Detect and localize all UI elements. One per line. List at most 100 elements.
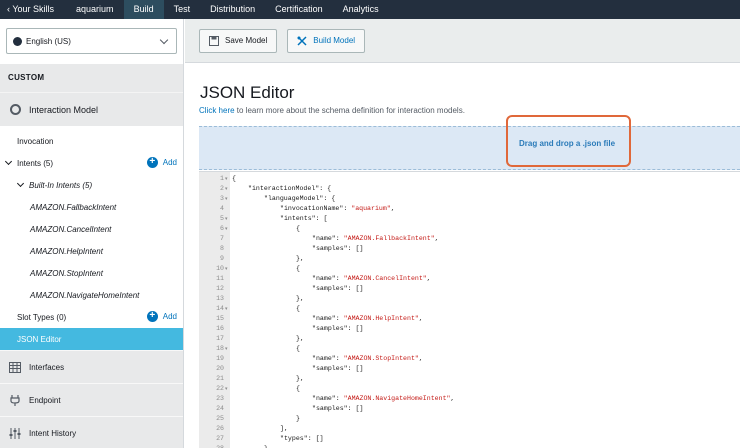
save-model-button[interactable]: Save Model (199, 28, 278, 53)
line-number: 3 (220, 195, 224, 202)
code-token: "samples" (312, 405, 348, 412)
json-code-editor[interactable]: 1 ▾{2 ▾ "interactionModel": {3 ▾ "languageMod… (199, 171, 740, 448)
code-token: "types" (280, 435, 308, 442)
code-text: "languageModel": { (264, 194, 335, 204)
code-token: "aquarium" (351, 205, 391, 212)
code-token: : { (323, 195, 336, 202)
code-token: "languageModel" (264, 195, 324, 202)
code-line: 8 "samples": [] (199, 244, 740, 254)
caret-down-icon[interactable] (16, 179, 25, 188)
add-intent-button[interactable]: + Add (146, 157, 177, 168)
caret-down-icon[interactable] (4, 157, 13, 166)
add-slot-type-button[interactable]: + Add (146, 311, 177, 322)
sidebar-item-endpoint[interactable]: Endpoint (0, 383, 183, 416)
line-number: 11 (216, 275, 224, 282)
line-number: 12 (216, 285, 224, 292)
code-token: "AMAZON.HelpIntent" (343, 315, 419, 322)
save-icon (209, 35, 219, 46)
sidebar-item-intent-history[interactable]: Intent History (0, 416, 183, 448)
code-text: "samples": [] (312, 404, 363, 414)
sidebar-item-slot-types[interactable]: Slot Types (0) + Add (0, 306, 183, 328)
tab-analytics[interactable]: Analytics (333, 0, 389, 19)
fold-toggle-icon[interactable]: ▾ (225, 214, 230, 224)
plus-icon: + (146, 311, 158, 322)
top-nav: ‹ Your Skills aquarium Build Test Distri… (0, 0, 740, 19)
line-number: 19 (216, 355, 224, 362)
code-token: "AMAZON.NavigateHomeIntent" (343, 395, 451, 402)
fold-toggle-icon[interactable]: ▾ (225, 264, 230, 274)
code-text: "intents": [ (280, 214, 328, 224)
code-token: }, (296, 295, 304, 302)
sidebar-item-label: Invocation (17, 136, 54, 146)
line-number: 24 (216, 405, 224, 412)
fold-toggle-icon[interactable]: ▾ (225, 224, 230, 234)
your-skills-link[interactable]: ‹ Your Skills (0, 0, 66, 19)
fold-toggle-icon[interactable]: ▾ (225, 194, 230, 204)
sidebar-item-label: Interaction Model (29, 104, 99, 115)
code-text: ], (280, 424, 288, 434)
code-text: } (264, 444, 268, 448)
tab-distribution[interactable]: Distribution (200, 0, 265, 19)
sidebar-item-intent[interactable]: AMAZON.StopIntent (0, 262, 183, 284)
fold-toggle-icon[interactable]: ▾ (225, 344, 230, 354)
fold-toggle-icon[interactable]: ▾ (225, 174, 230, 184)
sidebar-item-label: Built-In Intents (5) (29, 180, 93, 190)
code-token: "AMAZON.CancelIntent" (343, 275, 427, 282)
code-token: "intents" (280, 215, 316, 222)
schema-info-link[interactable]: Click here (199, 106, 235, 115)
code-text: "samples": [] (312, 324, 363, 334)
sidebar-item-builtin-intents[interactable]: Built-In Intents (5) (0, 174, 183, 196)
code-line: 7 "name": "AMAZON.FallbackIntent", (199, 234, 740, 244)
json-drop-zone[interactable] (199, 126, 740, 170)
sidebar-item-intents[interactable]: Intents (5) + Add (0, 152, 183, 174)
plus-icon: + (146, 157, 158, 168)
code-line: 11 "name": "AMAZON.CancelIntent", (199, 274, 740, 284)
tab-certification[interactable]: Certification (265, 0, 333, 19)
schema-info-rest: to learn more about the schema definitio… (234, 106, 465, 115)
sidebar-item-label: JSON Editor (17, 334, 62, 344)
code-line: 21}, (199, 374, 740, 384)
line-number: 14 (216, 305, 224, 312)
tab-build[interactable]: Build (123, 0, 164, 19)
sidebar-item-label: AMAZON.HelpIntent (30, 246, 103, 256)
sidebar-item-intent[interactable]: AMAZON.NavigateHomeIntent (0, 284, 183, 306)
code-text: "name": "AMAZON.FallbackIntent", (312, 234, 439, 244)
code-text: "name": "AMAZON.HelpIntent", (312, 314, 423, 324)
skill-name[interactable]: aquarium (66, 0, 124, 19)
line-number: 1 (220, 175, 224, 182)
main-content: Save Model Build Model JSON Editor Click… (185, 19, 740, 448)
code-token: "name" (312, 235, 336, 242)
code-line: 9}, (199, 254, 740, 264)
build-model-button[interactable]: Build Model (287, 28, 366, 53)
code-token: "AMAZON.FallbackIntent" (343, 235, 435, 242)
sidebar-item-intent[interactable]: AMAZON.HelpIntent (0, 240, 183, 262)
add-label: Add (162, 312, 177, 321)
language-select[interactable]: English (US) (6, 28, 177, 54)
gear-icon (10, 104, 21, 115)
sidebar-item-intent[interactable]: AMAZON.FallbackIntent (0, 196, 183, 218)
language-selector-wrap: English (US) (0, 19, 183, 64)
code-token: { (296, 305, 300, 312)
tab-test[interactable]: Test (164, 0, 201, 19)
code-token: } (296, 415, 300, 422)
code-line: 25} (199, 414, 740, 424)
code-line: 15 "name": "AMAZON.HelpIntent", (199, 314, 740, 324)
code-token: }, (296, 335, 304, 342)
fold-toggle-icon[interactable]: ▾ (225, 184, 230, 194)
code-token: , (418, 315, 423, 322)
fold-toggle-icon[interactable]: ▾ (225, 384, 230, 394)
interaction-model-tree: Invocation Intents (5) + Add Built-In In… (0, 130, 183, 350)
sidebar-item-intent[interactable]: AMAZON.CancelIntent (0, 218, 183, 240)
code-text: { (296, 384, 300, 394)
code-token: : (335, 275, 344, 282)
sidebar-item-json-editor[interactable]: JSON Editor (0, 328, 183, 350)
code-token: "name" (312, 395, 336, 402)
code-line: 10 ▾ { (199, 264, 740, 274)
fold-toggle-icon[interactable]: ▾ (225, 304, 230, 314)
sidebar-item-label: Slot Types (0) (17, 312, 67, 322)
sidebar-item-invocation[interactable]: Invocation (0, 130, 183, 152)
code-line: 26], (199, 424, 740, 434)
sidebar-item-interaction-model[interactable]: Interaction Model (0, 92, 183, 126)
add-label: Add (162, 158, 177, 167)
sidebar-item-interfaces[interactable]: Interfaces (0, 350, 183, 383)
